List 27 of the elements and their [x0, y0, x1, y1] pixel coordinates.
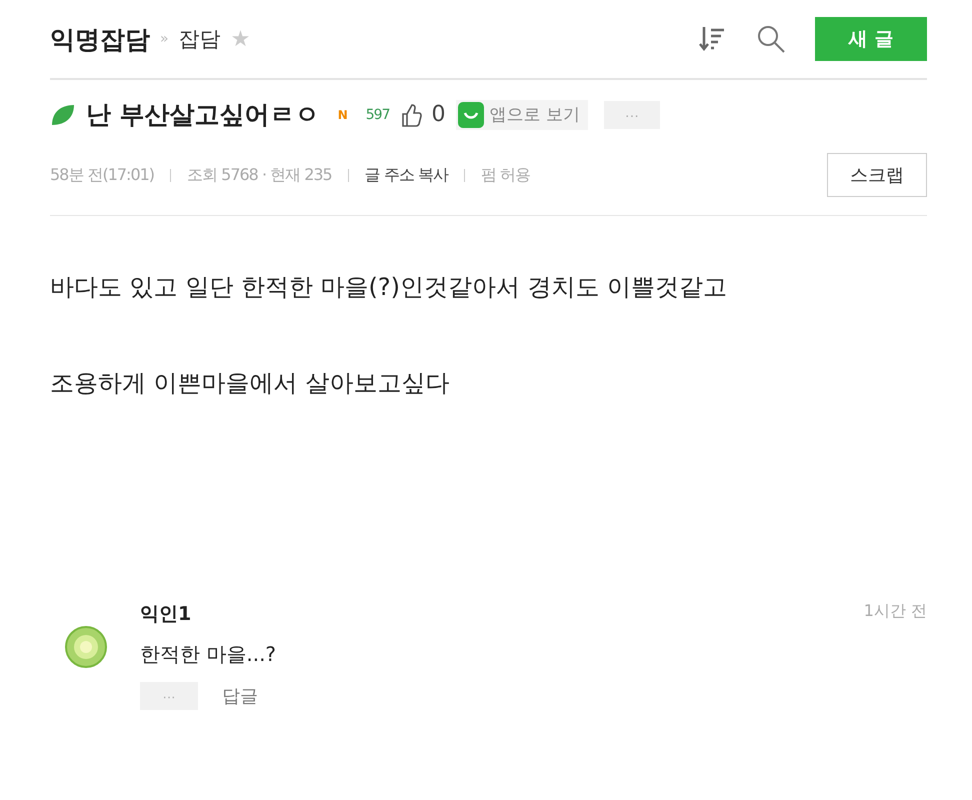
comment-text: 한적한 마을...? — [140, 641, 278, 668]
copy-link[interactable]: 글 주소 복사 — [364, 164, 448, 186]
search-icon[interactable] — [755, 23, 787, 55]
like-count: 0 — [432, 102, 446, 127]
avatar-icon — [64, 625, 108, 669]
more-button[interactable]: ··· — [140, 682, 198, 710]
open-in-app-button[interactable]: 앱으로 보기 — [456, 100, 588, 130]
comment-time: 1시간 전 — [864, 601, 927, 622]
comment-author: 익인1 — [140, 602, 192, 627]
more-button[interactable]: ··· — [604, 100, 660, 128]
category-link[interactable]: 잡담 — [178, 25, 221, 53]
smile-icon — [458, 102, 484, 128]
new-post-button[interactable]: 새 글 — [815, 17, 927, 61]
leaf-icon — [50, 102, 76, 126]
board-title: 익명잡담 — [50, 24, 150, 56]
post-title: 난 부산살고싶어ㄹㅇ — [86, 99, 320, 131]
level-count: 597 — [366, 106, 390, 122]
post-paragraph: 조용하게 이쁜마을에서 살아보고싶다 — [50, 368, 450, 399]
reply-link[interactable]: 답글 — [222, 684, 258, 708]
post-meta: 58분 전(17:01) — [50, 164, 154, 186]
post-meta: 조회 5768 · 현재 235 — [187, 164, 332, 186]
new-label: N — [338, 108, 348, 122]
breadcrumb-separator: » — [160, 31, 169, 47]
post-paragraph: 바다도 있고 일단 한적한 마을(?)인것같아서 경치도 이쁠것같고 — [50, 272, 728, 303]
scrap-button[interactable]: 스크랩 — [827, 153, 927, 197]
thumbs-up-icon[interactable] — [400, 102, 422, 128]
post-meta: 펌 허용 — [480, 164, 530, 186]
